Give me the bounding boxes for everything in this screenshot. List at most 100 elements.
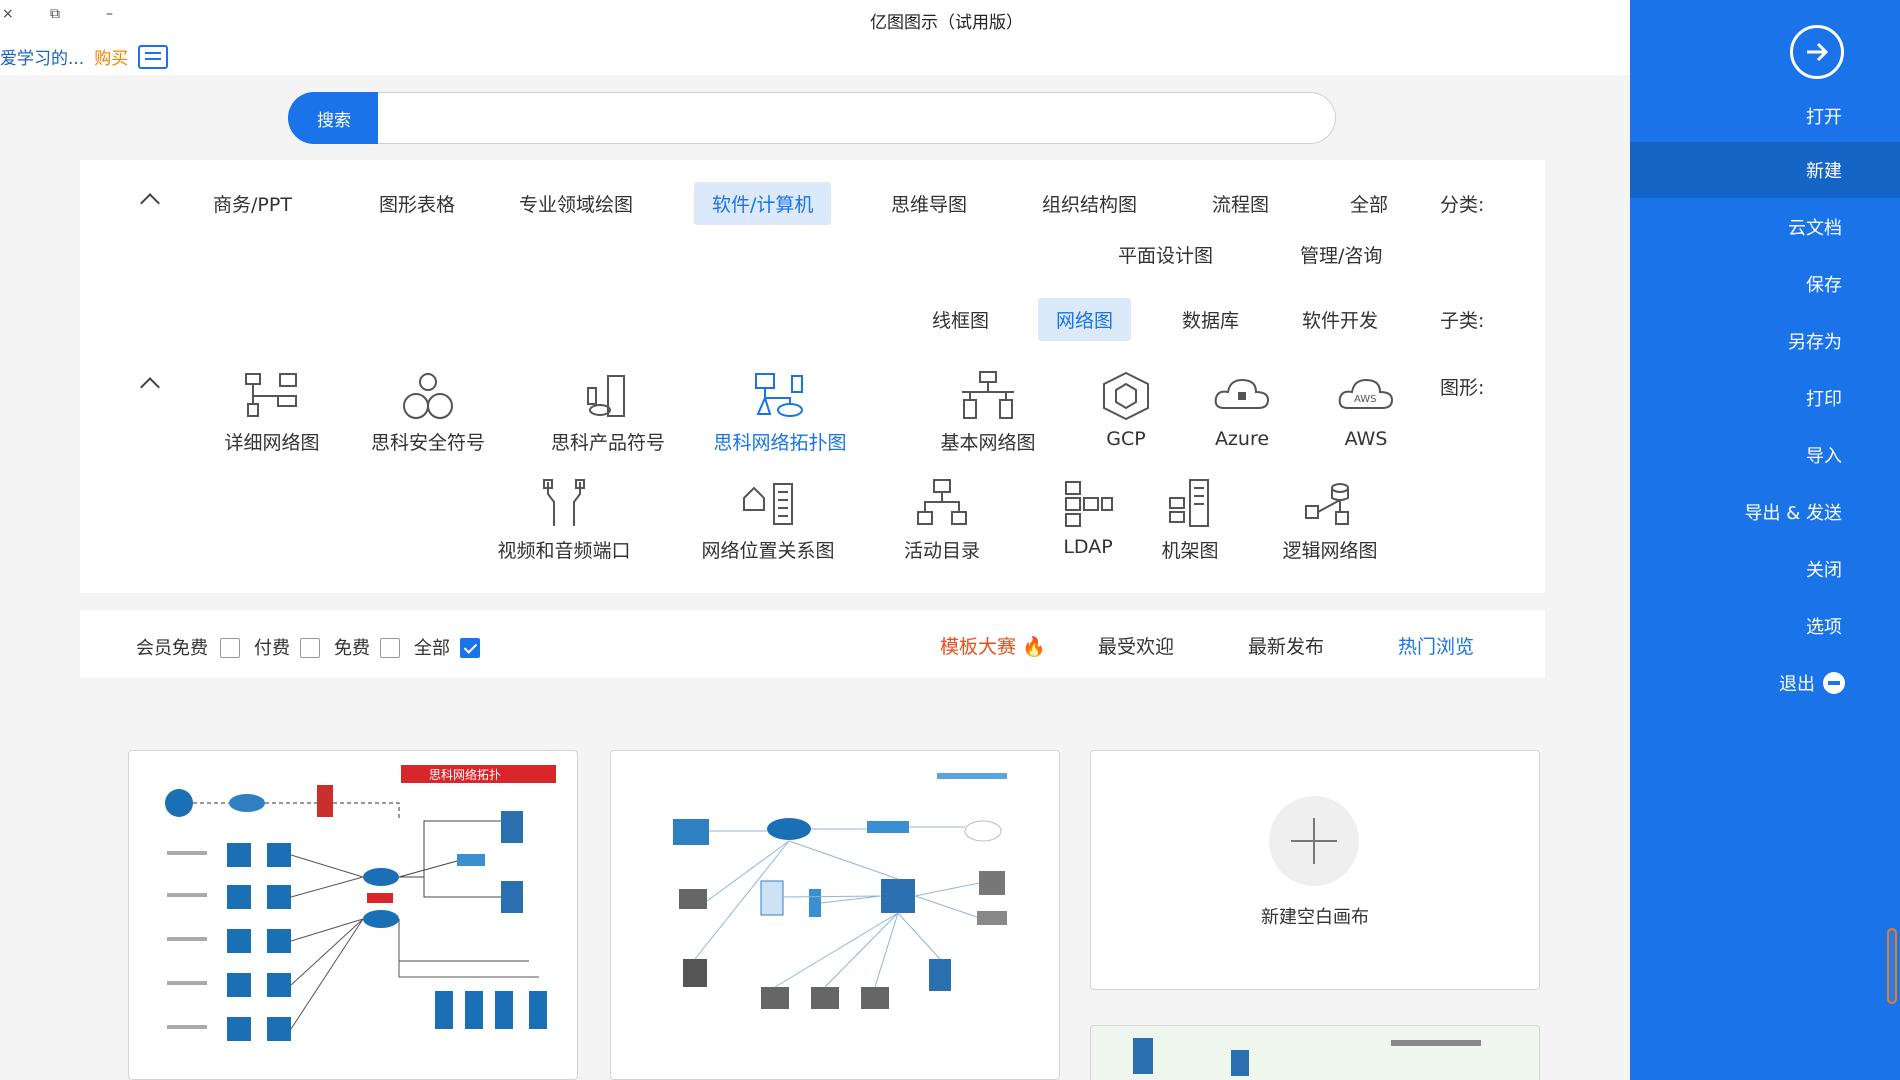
template-thumbnail: 思科网络拓扑 [165,765,556,1041]
sidebar-item-label: 退出 [1779,674,1815,695]
sidebar-item-print[interactable]: 打印 [1630,370,1900,426]
shape-label: 视频和音频端口 [497,540,631,562]
shape-aws[interactable]: AWS AWS [1266,370,1466,450]
title-bar: × ⧉ – 亿图图示（试用版） 爱学习的... 购买 [0,0,1630,75]
aws-cloud-icon: AWS [1336,370,1396,422]
active-directory-icon [912,478,972,530]
category-流程图[interactable]: 流程图 [1200,184,1281,223]
shape-network-location[interactable]: 网络位置关系图 [668,478,868,563]
shape-logical-network[interactable]: 逻辑网络图 [1230,478,1430,563]
close-window-button[interactable]: × [2,6,14,22]
sidebar-item-new[interactable]: 新建 [1630,142,1900,198]
tab-hot[interactable]: 热门浏览 [1398,632,1474,659]
category-软件计算机[interactable]: 软件/计算机 [694,182,832,225]
top-links: 爱学习的... 购买 [0,44,169,69]
search-input[interactable] [378,92,1336,144]
template-card-network-topology[interactable] [610,750,1060,1080]
search-button[interactable]: 搜索 [288,92,380,144]
shape-label: 网络位置关系图 [701,540,835,562]
template-thumbnail [673,773,1007,1009]
minimize-window-button[interactable]: – [106,6,113,22]
sidebar-item-label: 打印 [1806,389,1842,410]
sidebar-item-exit[interactable]: 退出 [1630,655,1900,711]
tab-label: 模板大赛 [940,636,1017,658]
shape-label: 思科产品符号 [550,432,665,454]
sidebar-item-label: 保存 [1806,275,1842,296]
sidebar-item-options[interactable]: 选项 [1630,598,1900,654]
svg-text:AWS: AWS [1354,394,1377,405]
filter-paid-checkbox[interactable] [300,638,320,658]
tab-most-popular[interactable]: 最受欢迎 [1098,632,1174,659]
category-思维导图[interactable]: 思维导图 [879,184,979,223]
shape-label: 思科网络拓扑图 [713,432,847,454]
template-card-partial[interactable] [1090,1025,1540,1080]
scrollbar-thumb[interactable] [1887,928,1897,1004]
rack-icon [1160,478,1220,530]
sidebar-item-label: 新建 [1806,161,1842,182]
sidebar-item-label: 云文档 [1788,218,1842,239]
sidebar-item-label: 打开 [1806,107,1842,128]
filter-bar: 会员免费 付费 免费 全部 模板大赛 🔥 最受欢迎 最新发布 热门浏览 [80,610,1545,678]
sidebar-item-save-as[interactable]: 另存为 [1630,313,1900,369]
shape-label: AWS [1344,428,1388,450]
category-商务ppt[interactable]: 商务/PPT [201,184,304,223]
user-account-link[interactable]: 爱学习的... [0,44,84,69]
filter-member-free-checkbox[interactable] [220,638,240,658]
azure-cloud-icon [1212,370,1272,422]
cisco-topology-icon [750,370,810,422]
collapse-category-icon[interactable] [140,193,160,213]
shape-cisco-product[interactable]: 思科产品符号 [508,370,708,455]
restore-window-button[interactable]: ⧉ [50,6,60,22]
shape-cisco-topology[interactable]: 思科网络拓扑图 [680,370,880,455]
sidebar-item-import[interactable]: 导入 [1630,427,1900,483]
template-thumbnail [1091,1026,1539,1080]
flame-icon: 🔥 [1022,636,1046,658]
collapse-shapes-icon[interactable] [140,377,160,397]
basic-network-icon [958,370,1018,422]
network-location-icon [738,478,798,530]
filter-paid-label: 付费 [254,638,290,659]
new-blank-canvas-card[interactable]: 新建空白画布 [1090,750,1540,990]
filter-all-checkbox[interactable] [460,638,480,658]
av-port-icon [534,478,594,530]
sidebar-item-label: 选项 [1806,617,1842,638]
shape-cisco-security[interactable]: 思科安全符号 [328,370,528,455]
subcategory-软件开发[interactable]: 软件开发 [1290,300,1390,339]
tab-newest[interactable]: 最新发布 [1248,632,1324,659]
logical-network-icon [1300,478,1360,530]
template-title: 思科网络拓扑 [429,767,501,782]
sidebar-item-export[interactable]: 导出 & 发送 [1630,484,1900,540]
plus-icon [1269,796,1359,886]
open-arrow-icon[interactable] [1790,25,1844,79]
subcategory-数据库[interactable]: 数据库 [1170,300,1251,339]
sidebar-item-save[interactable]: 保存 [1630,256,1900,312]
filter-free-label: 免费 [334,638,370,659]
sidebar-item-label: 关闭 [1806,560,1842,581]
subcategory-网络图[interactable]: 网络图 [1038,298,1132,341]
shape-av-port[interactable]: 视频和音频端口 [464,478,664,563]
filter-free-checkbox[interactable] [380,638,400,658]
feedback-icon[interactable] [138,44,169,69]
detailed-network-icon [242,370,302,422]
category-panel: 商务/PPT 图形表格 专业领域绘图 软件/计算机 思维导图 组织结构图 流程图… [80,160,1545,593]
tab-template-contest[interactable]: 模板大赛 🔥 [940,632,1046,659]
category-专业领域绘图[interactable]: 专业领域绘图 [507,184,645,223]
sidebar-item-cloud[interactable]: 云文档 [1630,199,1900,255]
sidebar-item-open[interactable]: 打开 [1630,88,1900,144]
subcategory-线框图[interactable]: 线框图 [920,300,1001,339]
exit-icon [1823,672,1845,694]
shape-label: 逻辑网络图 [1282,540,1378,562]
filter-all-label: 全部 [414,638,450,659]
category-平面设计图[interactable]: 平面设计图 [1106,235,1225,274]
category-组织结构图[interactable]: 组织结构图 [1030,184,1149,223]
category-全部[interactable]: 全部 [1338,184,1400,223]
template-card-cisco-network[interactable]: 思科网络拓扑 [128,750,578,1080]
category-图形表格[interactable]: 图形表格 [367,184,467,223]
sidebar-item-label: 导入 [1806,446,1842,467]
backstage-sidebar: 打开 新建 云文档 保存 另存为 打印 导入 导出 & 发送 关闭 选项 退出 [1630,0,1900,1080]
buy-link[interactable]: 购买 [94,44,128,69]
sidebar-item-label: 导出 & 发送 [1744,503,1842,524]
sidebar-item-close[interactable]: 关闭 [1630,541,1900,597]
category-管理咨询[interactable]: 管理/咨询 [1288,235,1394,274]
sidebar-item-label: 另存为 [1788,332,1842,353]
